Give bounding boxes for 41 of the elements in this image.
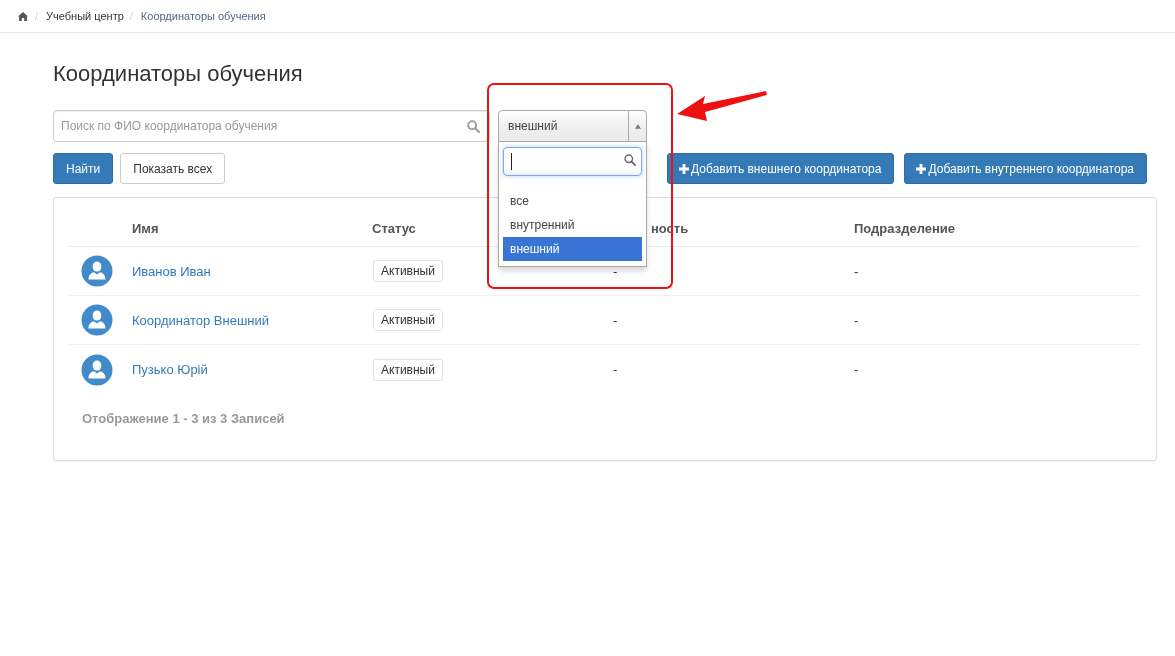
table-cell: -	[613, 362, 618, 377]
plus-icon	[916, 163, 927, 174]
home-icon[interactable]	[18, 11, 28, 21]
records-summary: Отображение 1 - 3 из 3 Записей	[82, 410, 286, 428]
table-cell: -	[613, 263, 618, 279]
status-badge: Активный	[373, 309, 443, 331]
coordinator-name-link[interactable]: Иванов Иван	[132, 263, 211, 279]
coordinator-name-link[interactable]: Пузько Юрій	[132, 362, 208, 377]
type-select[interactable]: внешний	[498, 110, 647, 142]
column-header: Статус	[372, 220, 416, 236]
user-avatar-icon	[81, 255, 113, 287]
dropdown-option[interactable]: внешний	[503, 237, 642, 261]
column-header: Имя	[132, 220, 159, 236]
column-header: Подразделение	[854, 220, 956, 236]
add-coordinator-button[interactable]: Добавить внутреннего координатора	[904, 153, 1147, 184]
dropdown-option[interactable]: внутренний	[503, 213, 642, 237]
show-all-button[interactable]: Показать всех	[120, 153, 226, 184]
table-cell: -	[854, 362, 859, 377]
text-cursor-icon	[511, 153, 512, 170]
plus-icon	[679, 163, 690, 174]
status-badge: Активный	[373, 260, 443, 282]
breadcrumb-current: Координаторы обучения	[140, 10, 266, 22]
user-avatar-icon	[81, 353, 113, 386]
dropdown-search-field[interactable]	[503, 147, 642, 176]
search-field[interactable]: Поиск по ФИО координатора обучения	[53, 110, 490, 142]
table-cell: -	[613, 312, 618, 328]
breadcrumb-link[interactable]: Учебный центр	[46, 10, 124, 22]
caret-icon	[634, 123, 641, 129]
status-badge: Активный	[373, 358, 443, 381]
search-icon	[467, 120, 480, 133]
user-avatar-icon	[81, 304, 113, 336]
dropdown-option[interactable]: все	[503, 189, 642, 213]
table-cell: -	[854, 263, 859, 279]
page-title: Координаторы обучения	[53, 62, 304, 86]
coordinator-name-link[interactable]: Координатор Внешний	[132, 312, 270, 328]
search-icon	[624, 154, 636, 166]
breadcrumb-separator: /	[129, 10, 133, 22]
table-cell: -	[854, 312, 859, 328]
breadcrumb-separator: /	[35, 10, 39, 22]
add-coordinator-button[interactable]: Добавить внешнего координатора	[667, 153, 895, 184]
find-button[interactable]: Найти	[53, 153, 114, 184]
